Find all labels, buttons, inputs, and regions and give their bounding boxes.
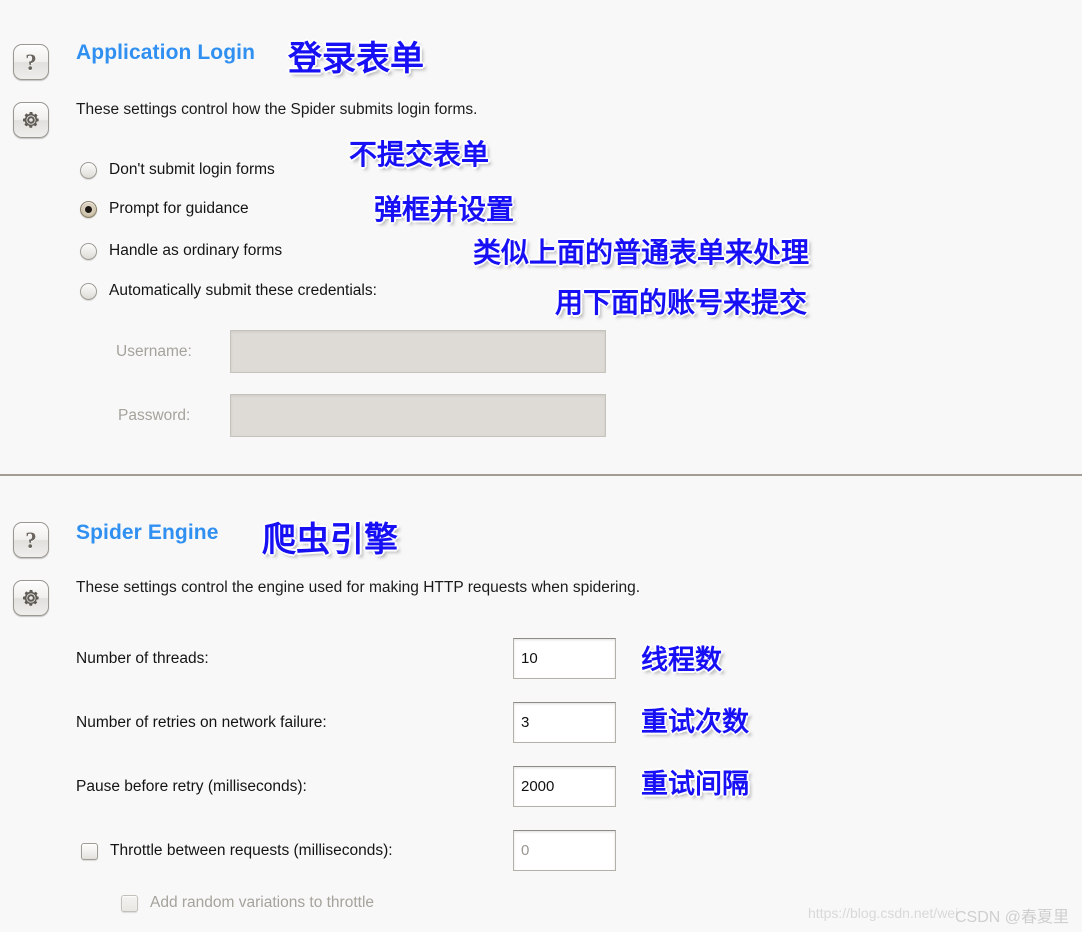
gear-glyph — [23, 112, 39, 128]
annotation-ordinary-forms: 类似上面的普通表单来处理 — [473, 237, 810, 268]
checkbox-indicator-disabled[interactable] — [121, 894, 138, 912]
pause-input[interactable]: 2000 — [513, 766, 616, 807]
username-input[interactable] — [230, 330, 606, 373]
password-input[interactable] — [230, 394, 606, 437]
annotation-threads: 线程数 — [641, 645, 722, 675]
threads-label: Number of threads: — [76, 650, 209, 667]
username-label: Username: — [116, 343, 192, 360]
radio-indicator[interactable] — [80, 161, 97, 179]
checkbox-indicator[interactable] — [81, 842, 98, 860]
retries-label: Number of retries on network failure: — [76, 714, 327, 731]
radio-automatically-submit-credentials[interactable]: Automatically submit these credentials: — [80, 282, 377, 300]
pause-label: Pause before retry (milliseconds): — [76, 778, 307, 795]
annotation-spider-engine: 爬虫引擎 — [262, 521, 398, 559]
radio-label: Handle as ordinary forms — [109, 242, 283, 259]
annotation-pause: 重试间隔 — [641, 769, 749, 799]
checkbox-label: Throttle between requests (milliseconds)… — [110, 842, 393, 859]
question-mark-glyph: ? — [25, 527, 37, 553]
checkbox-label: Add random variations to throttle — [150, 894, 375, 911]
section-divider — [0, 474, 1082, 476]
throttle-input[interactable]: 0 — [513, 830, 616, 871]
radio-indicator[interactable] — [80, 242, 97, 260]
watermark-url: https://blog.csdn.net/wei — [808, 905, 959, 921]
radio-handle-as-ordinary-forms[interactable]: Handle as ordinary forms — [80, 242, 282, 260]
question-mark-icon[interactable]: ? — [13, 522, 49, 558]
watermark-brand: CSDN @春夏里 — [955, 909, 1070, 926]
spider-options-panel: ? Application Login 登录表单 These settings … — [0, 0, 1082, 932]
question-mark-glyph: ? — [25, 49, 37, 75]
threads-input[interactable]: 10 — [513, 638, 616, 679]
annotation-login-form: 登录表单 — [288, 40, 424, 78]
radio-indicator-selected[interactable] — [80, 200, 97, 218]
gear-icon[interactable] — [13, 102, 49, 138]
annotation-prompt-guidance: 弹框并设置 — [374, 194, 515, 225]
radio-label: Prompt for guidance — [109, 200, 249, 217]
page-title: Application Login — [76, 41, 256, 64]
radio-prompt-for-guidance[interactable]: Prompt for guidance — [80, 200, 249, 218]
section-description-application-login: These settings control how the Spider su… — [76, 101, 478, 118]
section-description-spider-engine: These settings control the engine used f… — [76, 579, 641, 596]
gear-glyph — [23, 590, 39, 606]
radio-dont-submit-login-forms[interactable]: Don't submit login forms — [80, 161, 275, 179]
checkbox-add-random-variations[interactable]: Add random variations to throttle — [121, 894, 374, 912]
radio-label: Don't submit login forms — [109, 161, 275, 178]
radio-indicator[interactable] — [80, 282, 97, 300]
checkbox-throttle-between-requests[interactable]: Throttle between requests (milliseconds)… — [81, 842, 393, 860]
annotation-auto-submit: 用下面的账号来提交 — [555, 287, 808, 318]
password-label: Password: — [118, 407, 191, 424]
retries-input[interactable]: 3 — [513, 702, 616, 743]
page-title-spider-engine: Spider Engine — [76, 521, 219, 544]
annotation-dont-submit: 不提交表单 — [349, 139, 490, 170]
radio-label: Automatically submit these credentials: — [109, 282, 377, 299]
question-mark-icon[interactable]: ? — [13, 44, 49, 80]
annotation-retries: 重试次数 — [641, 707, 749, 737]
gear-icon[interactable] — [13, 580, 49, 616]
